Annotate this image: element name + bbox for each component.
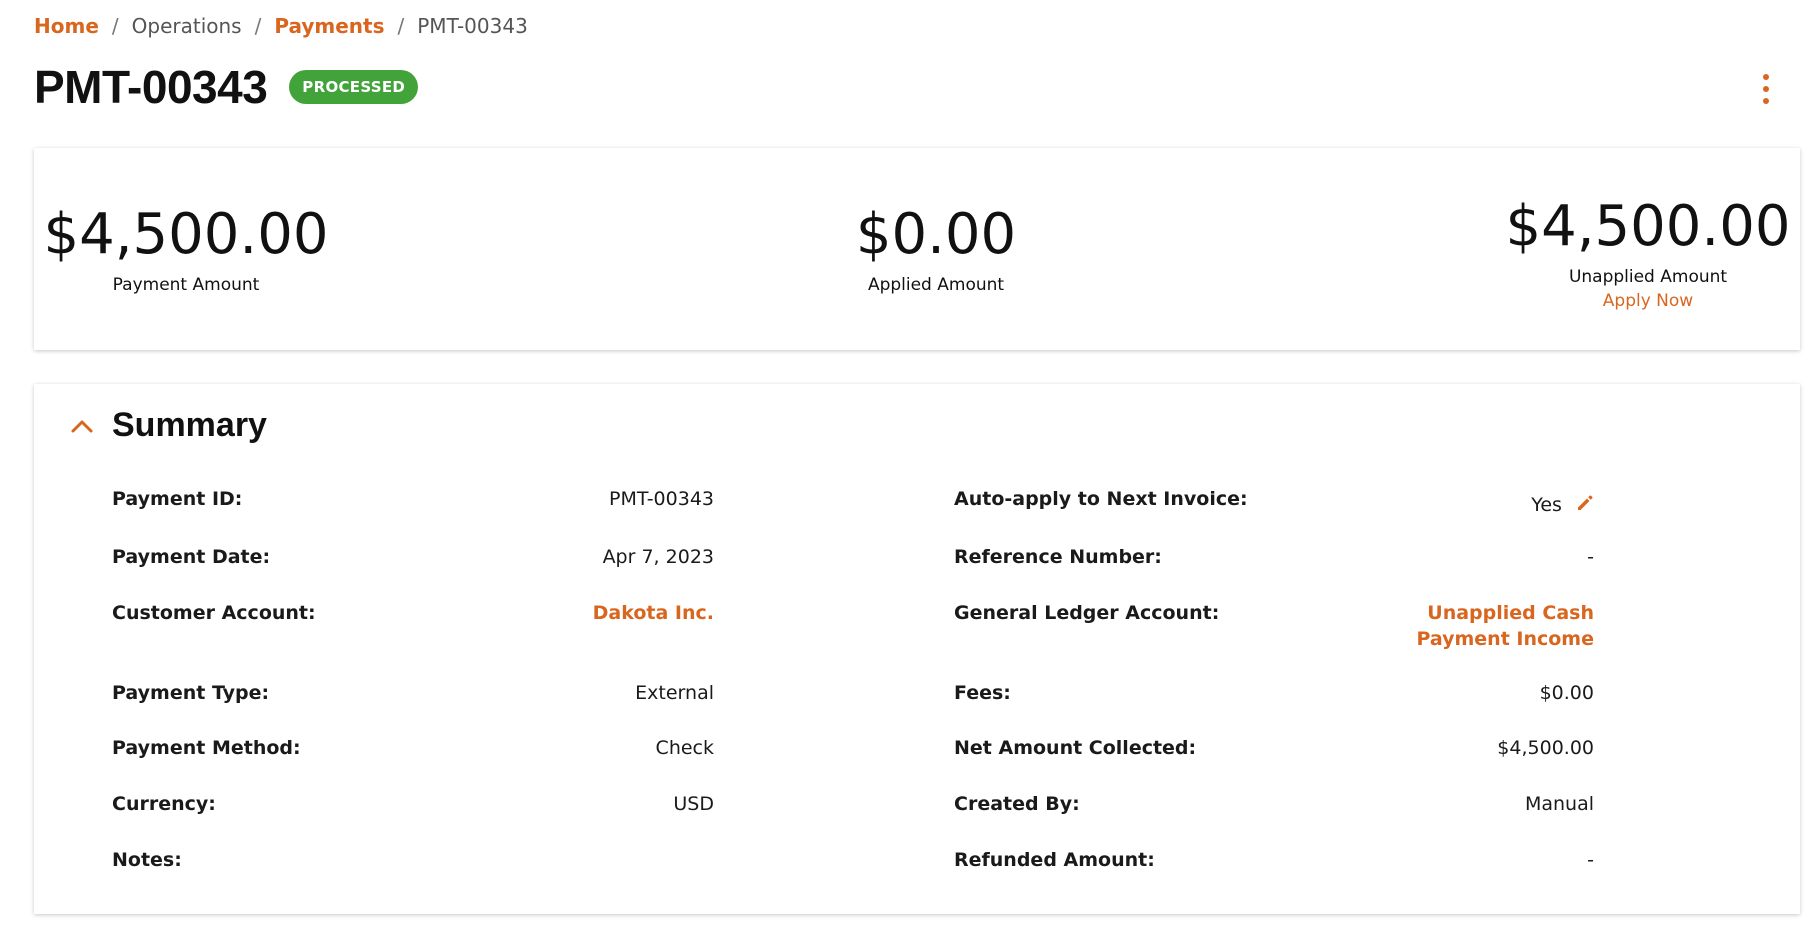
- metric-unapplied-amount: $4,500.00 Unapplied Amount Apply Now: [1480, 194, 1816, 311]
- metric-payment-amount: $4,500.00 Payment Amount: [34, 202, 338, 295]
- field-label: Created By:: [954, 793, 1080, 815]
- field-label: Fees:: [954, 682, 1011, 704]
- field-value: Manual: [1524, 793, 1594, 815]
- field-label: Payment Type:: [112, 682, 270, 704]
- field-fees: Fees: $0.00: [954, 682, 1594, 704]
- field-payment-date: Payment Date: Apr 7, 2023: [112, 546, 714, 568]
- kebab-menu-icon[interactable]: [1756, 74, 1776, 104]
- field-value: USD: [673, 793, 714, 815]
- gl-account-link-payment-income[interactable]: Payment Income: [1416, 628, 1594, 650]
- field-value: PMT-00343: [608, 488, 714, 510]
- pencil-edit-icon[interactable]: [1576, 494, 1594, 517]
- auto-apply-value-wrap: Yes: [1531, 494, 1594, 517]
- field-value: $4,500.00: [1497, 737, 1594, 759]
- page-title: PMT-00343: [34, 61, 268, 113]
- breadcrumb-separator: /: [397, 14, 405, 38]
- breadcrumb-current: PMT-00343: [417, 14, 528, 38]
- apply-now-link[interactable]: Apply Now: [1480, 291, 1816, 311]
- breadcrumb-home-link[interactable]: Home: [34, 14, 99, 38]
- breadcrumb: Home / Operations / Payments / PMT-00343: [34, 14, 528, 38]
- field-label: Customer Account:: [112, 602, 316, 624]
- breadcrumb-separator: /: [111, 14, 119, 38]
- customer-account-link[interactable]: Dakota Inc.: [593, 602, 714, 624]
- summary-card: Summary Payment ID: PMT-00343 Payment Da…: [34, 384, 1800, 914]
- field-label: Notes:: [112, 849, 182, 871]
- breadcrumb-separator: /: [254, 14, 262, 38]
- applied-amount-value: $0.00: [855, 202, 1017, 267]
- field-label: Payment ID:: [112, 488, 243, 510]
- field-label: Net Amount Collected:: [954, 737, 1197, 759]
- field-auto-apply: Auto-apply to Next Invoice: Yes: [954, 488, 1594, 517]
- status-badge: PROCESSED: [289, 70, 419, 104]
- field-label: Payment Date:: [112, 546, 271, 568]
- field-general-ledger-account: General Ledger Account: Unapplied Cash P…: [954, 602, 1594, 650]
- breadcrumb-operations: Operations: [131, 14, 242, 38]
- field-label: Currency:: [112, 793, 216, 815]
- field-created-by: Created By: Manual: [954, 793, 1594, 815]
- field-payment-method: Payment Method: Check: [112, 737, 714, 759]
- field-label: Refunded Amount:: [954, 849, 1155, 871]
- field-customer-account: Customer Account: Dakota Inc.: [112, 602, 714, 624]
- field-currency: Currency: USD: [112, 793, 714, 815]
- field-payment-id: Payment ID: PMT-00343: [112, 488, 714, 510]
- field-label: General Ledger Account:: [954, 602, 1220, 624]
- field-notes: Notes:: [112, 849, 714, 871]
- unapplied-amount-value: $4,500.00: [1505, 194, 1791, 259]
- breadcrumb-payments-link[interactable]: Payments: [274, 14, 384, 38]
- field-value: External: [635, 682, 714, 704]
- payment-amount-label: Payment Amount: [112, 275, 260, 295]
- field-value: Apr 7, 2023: [602, 546, 714, 568]
- summary-title: Summary: [112, 406, 267, 444]
- field-label: Payment Method:: [112, 737, 301, 759]
- kebab-dot: [1763, 86, 1769, 92]
- metric-applied-amount: $0.00 Applied Amount: [754, 202, 1118, 295]
- field-value: Check: [655, 737, 714, 759]
- title-row: PMT-00343 PROCESSED: [34, 60, 419, 114]
- summary-header: Summary: [64, 406, 267, 445]
- field-value: -: [1587, 546, 1594, 568]
- field-value: $0.00: [1539, 682, 1594, 704]
- field-payment-type: Payment Type: External: [112, 682, 714, 704]
- field-reference-number: Reference Number: -: [954, 546, 1594, 568]
- gl-account-link-unapplied-cash[interactable]: Unapplied Cash: [1416, 602, 1594, 624]
- chevron-up-icon[interactable]: [64, 408, 100, 444]
- kebab-dot: [1763, 98, 1769, 104]
- field-label: Auto-apply to Next Invoice:: [954, 488, 1248, 510]
- field-label: Reference Number:: [954, 546, 1162, 568]
- field-refunded-amount: Refunded Amount: -: [954, 849, 1594, 871]
- payment-amount-value: $4,500.00: [43, 202, 329, 267]
- field-value: -: [1587, 849, 1594, 871]
- applied-amount-label: Applied Amount: [867, 275, 1005, 295]
- field-net-amount-collected: Net Amount Collected: $4,500.00: [954, 737, 1594, 759]
- metrics-card: $4,500.00 Payment Amount $0.00 Applied A…: [34, 148, 1800, 350]
- unapplied-amount-label: Unapplied Amount: [1568, 267, 1728, 287]
- field-value: Yes: [1531, 494, 1562, 516]
- kebab-dot: [1763, 74, 1769, 80]
- gl-account-values: Unapplied Cash Payment Income: [1416, 602, 1594, 650]
